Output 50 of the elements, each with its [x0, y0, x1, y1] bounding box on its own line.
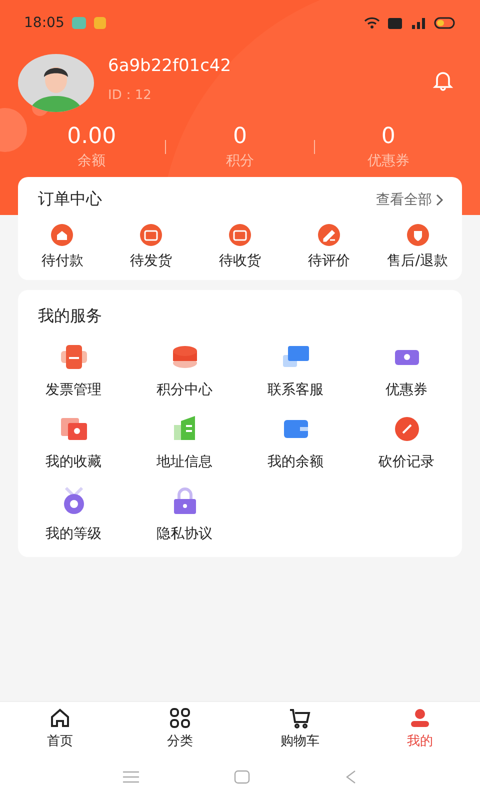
house-icon	[49, 224, 76, 246]
service-label[interactable]: 隐私协议	[156, 525, 212, 543]
nav-tab[interactable]: 首页	[0, 706, 120, 750]
stat-value: 0	[381, 124, 396, 149]
order-status-label[interactable]: 待收货	[218, 252, 261, 270]
bell-icon[interactable]	[432, 69, 454, 91]
app-icon	[94, 17, 106, 29]
nav-tab[interactable]: 购物车	[240, 706, 360, 750]
service-label[interactable]: 积分中心	[156, 381, 212, 399]
cart-icon	[288, 706, 312, 730]
person-icon	[408, 706, 432, 730]
nav-tab[interactable]: 我的	[360, 706, 480, 750]
shield-icon	[404, 224, 431, 246]
stat-value: 0.00	[67, 124, 116, 149]
battery-icon	[434, 17, 456, 29]
stat-label: 余额	[78, 152, 106, 170]
service-label[interactable]: 地址信息	[156, 453, 212, 471]
card-title: 订单中心	[38, 189, 102, 210]
grid-icon	[168, 706, 192, 730]
menu-icon[interactable]	[123, 771, 139, 783]
home-button-icon[interactable]	[234, 770, 250, 784]
home-icon	[48, 706, 72, 730]
chevron-icon	[436, 194, 444, 206]
service-label[interactable]: 砍价记录	[378, 453, 434, 471]
card-title: 我的服务	[38, 306, 102, 327]
service-label[interactable]: 我的余额	[268, 453, 324, 471]
view-all-link[interactable]: 查看全部	[376, 190, 444, 208]
order-status-label[interactable]: 待付款	[41, 252, 84, 270]
pencil-icon	[316, 224, 342, 246]
service-label[interactable]: 我的收藏	[46, 453, 102, 471]
signal-icon	[410, 17, 426, 29]
service-label[interactable]: 联系客服	[268, 381, 324, 399]
stat-value: 0	[232, 124, 247, 149]
stat-label: 优惠券	[367, 152, 410, 170]
order-status-label[interactable]: 售后/退款	[387, 252, 448, 270]
wallet-icon	[226, 224, 253, 246]
message-icon	[72, 17, 86, 29]
back-icon[interactable]	[345, 770, 357, 784]
status-time: 18:05	[24, 15, 64, 31]
nav-tab[interactable]: 分类	[120, 706, 240, 750]
user-name: 6a9b22f01c42	[108, 56, 232, 76]
wifi-icon	[364, 17, 380, 29]
user-id: ID：12	[108, 87, 152, 104]
service-label[interactable]: 优惠券	[386, 381, 428, 399]
order-status-label[interactable]: 待评价	[308, 252, 350, 270]
stat-label: 积分	[226, 152, 254, 170]
avatar[interactable]	[18, 52, 94, 114]
service-label[interactable]: 我的等级	[46, 525, 102, 543]
service-label[interactable]: 发票管理	[46, 381, 102, 399]
order-status-label[interactable]: 待发货	[130, 252, 172, 270]
